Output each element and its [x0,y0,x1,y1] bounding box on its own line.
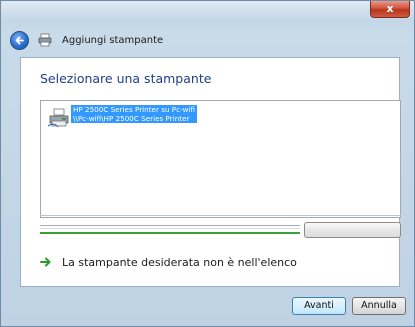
not-listed-label: La stampante desiderata non è nell'elenc… [62,255,297,269]
search-progress-bar [40,232,300,234]
add-printer-window: x Aggiungi stampante Selezionare una sta… [0,0,415,327]
window-title: Aggiungi stampante [62,35,164,46]
next-button[interactable]: Avanti [292,297,346,315]
printer-path: \\Pc-wifi\HP 2500C Series Printer [71,114,198,123]
button-bar: Avanti Annulla [1,287,414,327]
search-again-button[interactable] [304,222,401,238]
divider [40,215,401,216]
page-title: Selezionare una stampante [40,71,212,86]
back-arrow-icon [15,36,24,45]
printer-not-listed-link[interactable]: La stampante desiderata non è nell'elenc… [40,254,297,270]
back-button[interactable] [10,31,29,50]
printer-name: HP 2500C Series Printer su Pc-wifi [71,105,198,114]
printer-list[interactable]: HP 2500C Series Printer su Pc-wifi \\Pc-… [40,100,401,218]
cancel-button[interactable]: Annulla [352,297,406,315]
green-arrow-icon [40,257,51,267]
printer-entry: HP 2500C Series Printer su Pc-wifi \\Pc-… [71,105,198,123]
close-button[interactable]: x [370,1,410,18]
close-icon: x [386,2,394,15]
printer-icon [38,33,52,47]
search-progress-track [40,225,300,229]
printer-icon [48,108,69,128]
wizard-content: Selezionare una stampante HP 2500C Serie… [20,57,401,287]
title-bar [1,1,414,21]
